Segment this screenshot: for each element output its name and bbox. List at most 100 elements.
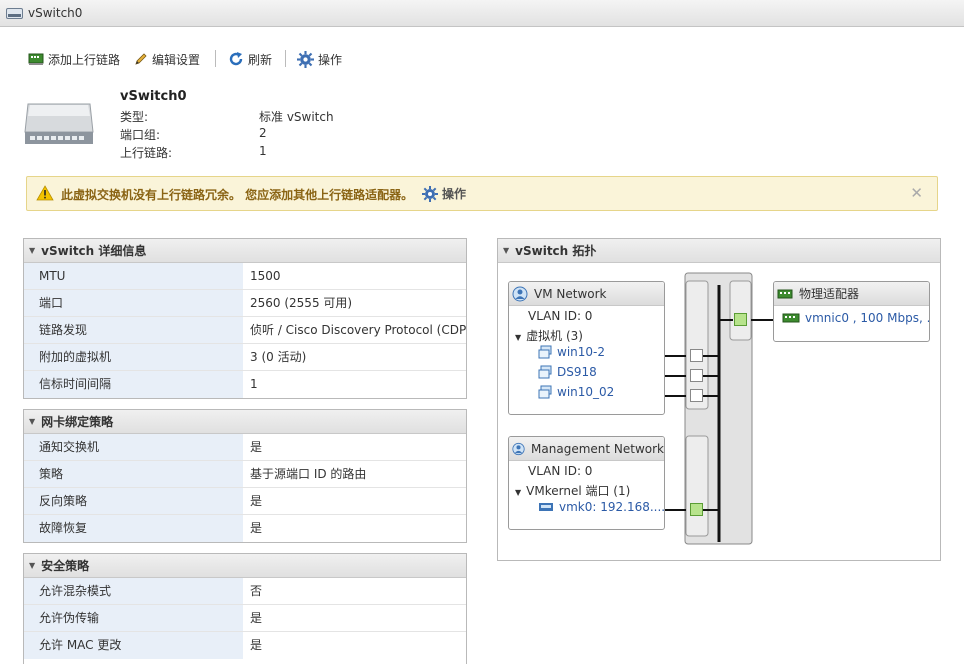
edit-settings-button[interactable]: 编辑设置 <box>134 50 200 68</box>
gear-icon <box>422 185 438 202</box>
nic-teaming-panel: ▼ 网卡绑定策略 通知交换机是 策略 基于源端口 ID 的路由 反向策略是 故障恢… <box>23 409 467 543</box>
window-title: vSwitch0 <box>28 6 83 20</box>
row-value: 是 <box>250 638 263 652</box>
toolbar-separator <box>215 50 216 67</box>
vm-port <box>690 389 703 402</box>
panel-title: 安全策略 <box>41 559 90 573</box>
row-value: 是 <box>250 521 263 535</box>
table-row: 链路发现 侦听 / Cisco Discovery Protocol (CDP) <box>24 317 466 344</box>
collapse-caret-icon: ▼ <box>29 417 36 426</box>
vm-icon <box>538 345 552 359</box>
nic-teaming-header[interactable]: ▼ 网卡绑定策略 <box>24 410 466 434</box>
table-row: MTU 1500 <box>24 263 466 290</box>
row-label: 允许混杂模式 <box>24 578 243 604</box>
physical-nic-icon <box>777 289 793 298</box>
physical-nic-vmnic0[interactable]: vmnic0 , 100 Mbps, ... <box>782 311 929 325</box>
table-row: 允许 MAC 更改是 <box>24 632 466 659</box>
table-row: 附加的虚拟机 3 (0 活动) <box>24 344 466 371</box>
port-groups-value: 2 <box>259 126 267 140</box>
row-label: 通知交换机 <box>24 434 243 460</box>
vmkernel-item-vmk0[interactable]: vmk0: 192.168.... <box>538 500 664 514</box>
add-uplink-label: 添加上行链路 <box>48 52 121 67</box>
expand-caret-icon: ▼ <box>515 333 522 342</box>
physical-adapters-title: 物理适配器 <box>799 287 860 301</box>
warning-icon <box>36 185 54 201</box>
table-row: 故障恢复是 <box>24 515 466 542</box>
vm-network-name: VM Network <box>534 286 607 301</box>
panel-title: vSwitch 拓扑 <box>515 244 597 258</box>
vm-group-toggle[interactable]: ▼ 虚拟机 (3) <box>515 327 583 344</box>
vswitch-topology-header[interactable]: ▼ vSwitch 拓扑 <box>498 239 940 263</box>
port-groups-label: 端口组: <box>120 128 161 142</box>
actions-label: 操作 <box>318 52 343 67</box>
row-value: 是 <box>250 494 263 508</box>
vm-item-ds918[interactable]: DS918 <box>538 365 597 379</box>
row-label: 附加的虚拟机 <box>24 344 243 370</box>
pencil-icon <box>135 53 147 65</box>
row-value: 是 <box>250 611 263 625</box>
vm-group-label: 虚拟机 (3) <box>526 329 583 343</box>
warning-banner: 此虚拟交换机没有上行链路冗余。 您应添加其他上行链路适配器。 操作 ✕ <box>26 176 938 211</box>
portgroup-icon <box>512 442 525 455</box>
row-label: 信标时间间隔 <box>24 371 243 398</box>
uplinks-label: 上行链路: <box>120 146 173 160</box>
warning-actions-button[interactable]: 操作 <box>422 185 466 202</box>
table-row: 允许混杂模式否 <box>24 578 466 605</box>
row-label: 链路发现 <box>24 317 243 343</box>
row-value: 否 <box>250 584 263 598</box>
vmkernel-port <box>690 503 703 516</box>
switch-name: vSwitch0 <box>120 89 187 104</box>
vmkernel-group-label: VMkernel 端口 (1) <box>526 484 631 498</box>
row-value: 3 (0 活动) <box>250 350 307 364</box>
row-label: 允许伪传输 <box>24 605 243 631</box>
row-label: 反向策略 <box>24 488 243 514</box>
table-row: 端口 2560 (2555 可用) <box>24 290 466 317</box>
collapse-caret-icon: ▼ <box>29 561 36 570</box>
row-label: 允许 MAC 更改 <box>24 632 243 659</box>
refresh-label: 刷新 <box>248 52 273 67</box>
table-row: 策略 基于源端口 ID 的路由 <box>24 461 466 488</box>
vmkernel-group-toggle[interactable]: ▼ VMkernel 端口 (1) <box>515 482 630 499</box>
refresh-icon <box>229 52 243 66</box>
refresh-button[interactable]: 刷新 <box>228 50 272 68</box>
toolbar-separator <box>285 50 286 67</box>
warning-text: 此虚拟交换机没有上行链路冗余。 您应添加其他上行链路适配器。 <box>61 188 414 202</box>
table-row: 通知交换机是 <box>24 434 466 461</box>
physical-nic-icon <box>782 313 800 323</box>
vm-item-win10-2[interactable]: win10-2 <box>538 345 605 359</box>
edit-settings-label: 编辑设置 <box>152 52 201 67</box>
row-label: 策略 <box>24 461 243 487</box>
row-value: 1 <box>250 377 258 391</box>
physical-adapters-group[interactable]: 物理适配器 vmnic0 , 100 Mbps, ... <box>773 281 930 342</box>
row-label: 端口 <box>24 290 243 316</box>
vm-item-win10-02[interactable]: win10_02 <box>538 385 614 399</box>
warning-actions-label: 操作 <box>442 187 467 201</box>
table-row: 信标时间间隔 1 <box>24 371 466 398</box>
panel-title: 网卡绑定策略 <box>41 415 114 429</box>
row-label: MTU <box>24 263 243 289</box>
gear-icon <box>297 50 314 68</box>
row-value: 1500 <box>250 269 281 283</box>
collapse-caret-icon: ▼ <box>503 246 510 255</box>
vm-icon <box>538 385 552 399</box>
vswitch-details-header[interactable]: ▼ vSwitch 详细信息 <box>24 239 466 263</box>
row-label: 故障恢复 <box>24 515 243 542</box>
collapse-caret-icon: ▼ <box>29 246 36 255</box>
table-row: 反向策略是 <box>24 488 466 515</box>
vm-network-vlan: VLAN ID: 0 <box>528 309 593 323</box>
security-policy-header[interactable]: ▼ 安全策略 <box>24 554 466 578</box>
actions-button[interactable]: 操作 <box>297 50 342 68</box>
panel-title: vSwitch 详细信息 <box>41 244 147 258</box>
expand-caret-icon: ▼ <box>515 488 522 497</box>
vm-network-portgroup[interactable]: VM Network VLAN ID: 0 ▼ 虚拟机 (3) win10-2 D… <box>508 281 665 415</box>
vswitch-icon <box>6 8 23 19</box>
mgmt-network-vlan: VLAN ID: 0 <box>528 464 593 478</box>
switch-device-icon <box>24 103 94 144</box>
uplinks-value: 1 <box>259 144 267 158</box>
management-network-portgroup[interactable]: Management Network VLAN ID: 0 ▼ VMkernel … <box>508 436 665 530</box>
uplink-port <box>734 313 747 326</box>
close-icon[interactable]: ✕ <box>910 184 923 202</box>
security-policy-panel: ▼ 安全策略 允许混杂模式否 允许伪传输是 允许 MAC 更改是 <box>23 553 467 664</box>
add-uplink-button[interactable]: 添加上行链路 <box>28 50 120 68</box>
mgmt-network-name: Management Network <box>531 441 664 456</box>
